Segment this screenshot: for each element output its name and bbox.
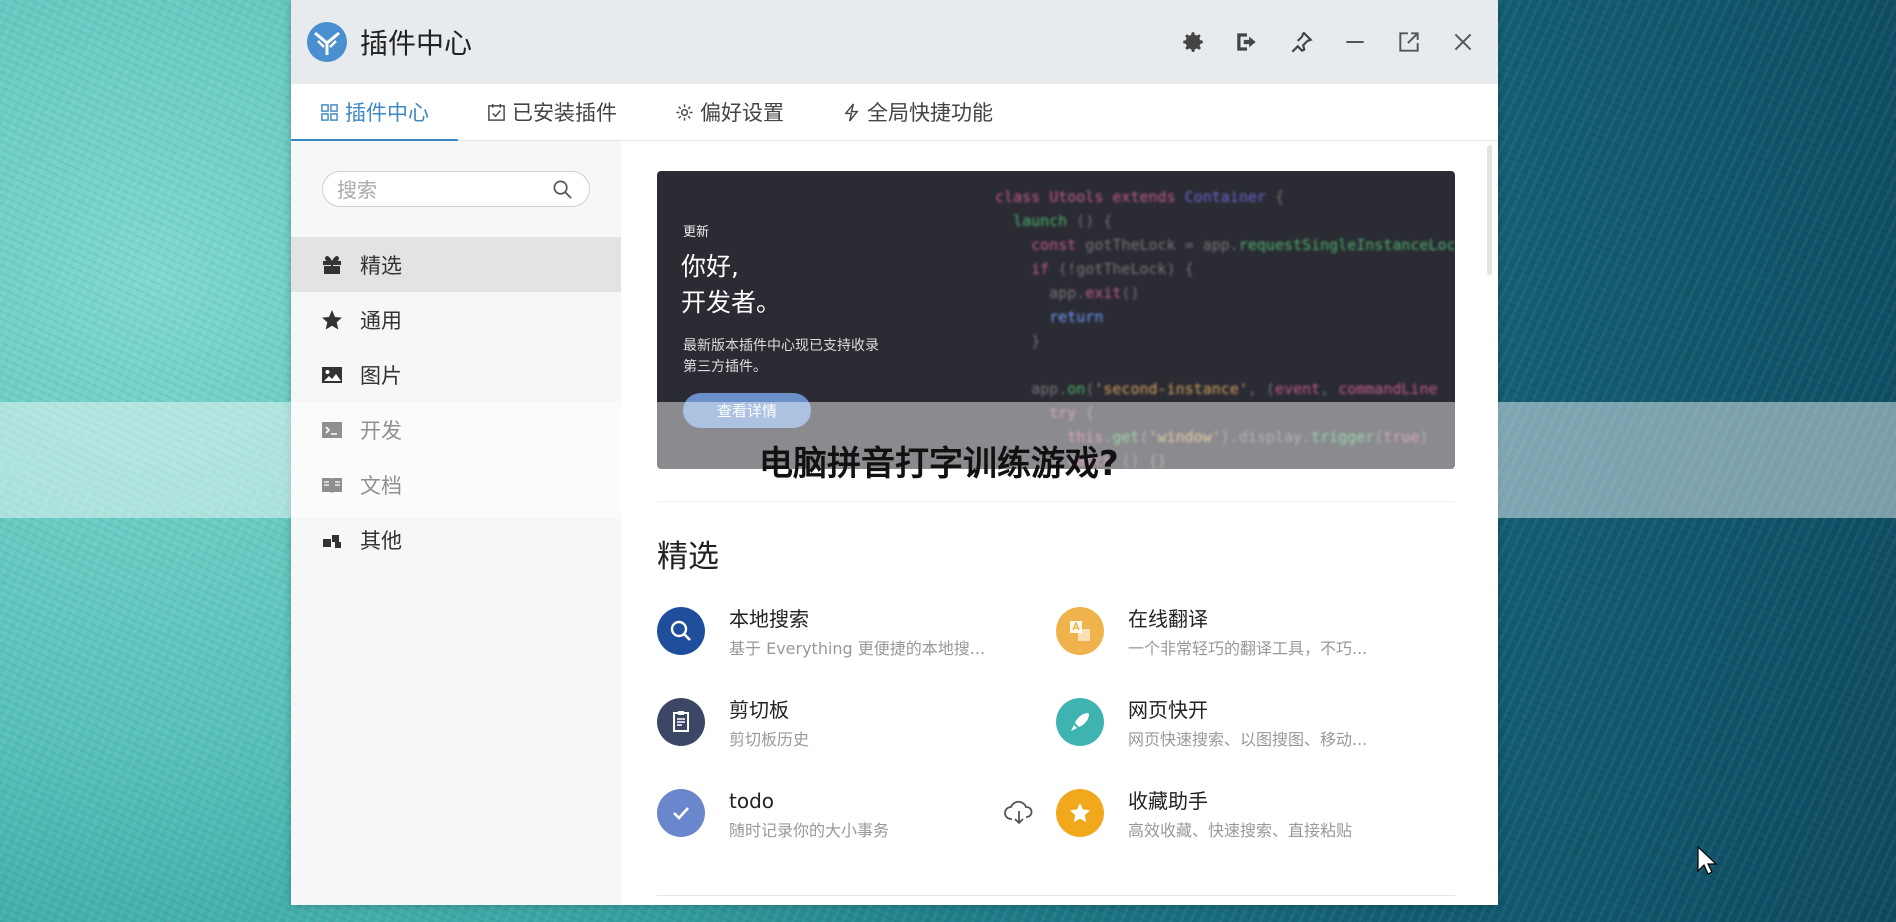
sidebar-item-images[interactable]: 图片 [291, 347, 621, 402]
close-icon [1454, 33, 1472, 51]
scrollbar[interactable] [1487, 145, 1492, 275]
mouse-cursor-icon [1697, 846, 1717, 875]
sidebar-item-label: 其他 [360, 528, 402, 553]
pin-button[interactable] [1284, 25, 1318, 59]
check-icon [657, 789, 705, 837]
plugin-card[interactable]: todo 随时记录你的大小事务 [657, 789, 1056, 840]
overlay-caption: 电脑拼音打字训练游戏? [759, 444, 1119, 484]
sidebar-item-label: 图片 [360, 363, 402, 388]
sign-out-icon [1237, 33, 1256, 51]
plugin-description: 基于 Everything 更便捷的本地搜... [729, 639, 986, 658]
lightning-icon [844, 103, 859, 121]
external-link-icon [1399, 32, 1419, 52]
star-badge-icon [1056, 789, 1104, 837]
tab-installed[interactable]: 已安装插件 [458, 84, 646, 140]
plugin-description: 高效收藏、快速搜索、直接粘贴 [1128, 821, 1353, 840]
search-input[interactable] [335, 176, 539, 204]
logout-button[interactable] [1230, 25, 1264, 59]
settings-button[interactable] [1176, 25, 1210, 59]
banner-title-line: 开发者。 [681, 288, 782, 317]
content-area: 精选 通用 图片 开发 文档 [291, 141, 1498, 905]
tab-preferences[interactable]: 偏好设置 [646, 84, 813, 140]
sidebar-item-others[interactable]: 其他 [291, 512, 621, 567]
gear-icon [676, 103, 693, 121]
tab-global-shortcuts[interactable]: 全局快捷功能 [813, 84, 1022, 140]
rocket-icon [1056, 698, 1104, 746]
tab-label: 偏好设置 [700, 101, 784, 125]
cloud-download-icon[interactable] [1003, 797, 1035, 829]
plugin-name: 收藏助手 [1128, 789, 1208, 813]
sidebar-item-general[interactable]: 通用 [291, 292, 621, 347]
sidebar-item-featured[interactable]: 精选 [291, 237, 621, 292]
app-logo-icon [307, 22, 347, 62]
plugin-name: 网页快开 [1128, 698, 1208, 722]
featured-plugin-grid: 本地搜索 基于 Everything 更便捷的本地搜... 在线翻译 一个非常轻… [657, 607, 1455, 840]
window-title: 插件中心 [360, 27, 473, 60]
image-icon [322, 366, 342, 383]
star-icon [322, 309, 342, 329]
search-box [322, 171, 590, 207]
plugin-name: todo [729, 789, 775, 813]
tab-bar: 插件中心 已安装插件 偏好设置 全局快捷功能 [291, 84, 1498, 141]
plugin-description: 网页快速搜索、以图搜图、移动... [1128, 730, 1368, 749]
banner-desc-line: 第三方插件。 [683, 359, 767, 375]
plugin-card[interactable]: 本地搜索 基于 Everything 更便捷的本地搜... [657, 607, 1056, 658]
magnifier-icon [657, 607, 705, 655]
section-title: 精选 [657, 539, 719, 575]
plugin-card[interactable]: 网页快开 网页快速搜索、以图搜图、移动... [1056, 698, 1455, 749]
sidebar: 精选 通用 图片 开发 文档 [291, 141, 621, 905]
plugin-card[interactable]: 收藏助手 高效收藏、快速搜索、直接粘贴 [1056, 789, 1455, 840]
window-controls [1176, 25, 1498, 59]
tab-label: 全局快捷功能 [867, 101, 993, 125]
tab-plugin-center[interactable]: 插件中心 [291, 84, 458, 141]
minimize-button[interactable] [1338, 25, 1372, 59]
close-button[interactable] [1446, 25, 1480, 59]
title-bar: 插件中心 [291, 0, 1498, 84]
gear-icon [1183, 32, 1203, 52]
banner-title: 你好, 开发者。 [681, 249, 781, 321]
search-icon[interactable] [552, 179, 573, 200]
tab-label: 插件中心 [345, 101, 429, 125]
plugin-card[interactable]: 在线翻译 一个非常轻巧的翻译工具，不巧... [1056, 607, 1455, 658]
plugin-name: 本地搜索 [729, 607, 809, 631]
banner-description: 最新版本插件中心现已支持收录 第三方插件。 [683, 336, 923, 378]
plugin-description: 剪切板历史 [729, 730, 810, 749]
plugin-description: 随时记录你的大小事务 [729, 821, 890, 840]
clipboard-icon [657, 698, 705, 746]
plugin-description: 一个非常轻巧的翻译工具，不巧... [1128, 639, 1368, 658]
pin-icon [1291, 31, 1313, 53]
main-panel: class Utools extends Container { launch … [621, 141, 1498, 905]
tab-label: 已安装插件 [512, 101, 617, 125]
banner-desc-line: 最新版本插件中心现已支持收录 [683, 338, 879, 354]
plugin-name: 在线翻译 [1128, 607, 1208, 631]
plugin-card[interactable]: 剪切板 剪切板历史 [657, 698, 1056, 749]
grid-icon [321, 103, 338, 121]
calendar-check-icon [488, 103, 505, 121]
banner-tag: 更新 [683, 225, 710, 240]
divider [657, 895, 1455, 896]
sidebar-item-label: 通用 [360, 308, 402, 333]
translate-icon [1056, 607, 1104, 655]
minimize-icon [1346, 41, 1364, 43]
sidebar-item-label: 精选 [360, 253, 402, 278]
banner-title-line: 你好, [681, 252, 739, 281]
blocks-icon [323, 534, 341, 548]
detach-button[interactable] [1392, 25, 1426, 59]
gift-icon [323, 255, 341, 274]
plugin-name: 剪切板 [729, 698, 789, 722]
